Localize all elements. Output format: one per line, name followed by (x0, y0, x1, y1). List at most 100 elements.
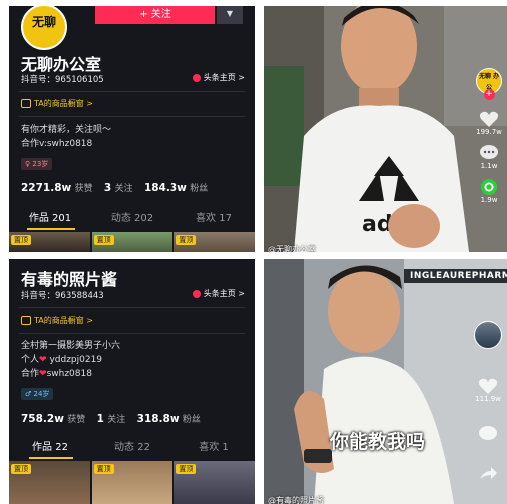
video-author[interactable]: @有毒的照片酱 (268, 495, 324, 504)
video-frame (264, 259, 507, 504)
profile-name: 有毒的照片酱 (21, 270, 118, 289)
like-count: 111.9w (475, 395, 501, 403)
follow-plus-icon[interactable]: + (483, 89, 495, 100)
author-avatar[interactable] (474, 321, 502, 349)
age-badge: ♀ 23岁 (21, 158, 53, 170)
tab-likes[interactable]: 喜欢 17 (173, 208, 255, 230)
likes-count: 758.2w (21, 413, 64, 425)
following-count[interactable]: 1 (97, 413, 104, 425)
divider (19, 333, 245, 334)
shop-icon (21, 99, 31, 108)
tab-dynamics[interactable]: 动态 22 (91, 437, 173, 459)
bio-line: 合作❤swhz0818 (21, 367, 120, 381)
fans-label[interactable]: 粉丝 (183, 415, 201, 425)
video-grid: 置顶 置顶 置顶 (9, 461, 255, 504)
video-author[interactable]: @无聊办公室 (268, 244, 316, 252)
video-thumb[interactable]: 置顶 (9, 232, 90, 252)
shop-label: TA的商品橱窗 > (34, 316, 93, 325)
video-sidebar: 无聊 办公 + 199.7w 1.1w 1.9w (476, 68, 502, 204)
divider (19, 116, 245, 117)
bio-prefix: 个人 (21, 355, 40, 365)
video-frame: adida (264, 6, 507, 252)
bio: 有你才精彩，关注呗～ 合作v:swhz0818 (21, 123, 111, 151)
pinned-badge: 置顶 (93, 235, 114, 245)
toutiao-icon (192, 289, 201, 298)
share-icon[interactable] (479, 178, 499, 196)
heart-icon: ❤ (39, 369, 47, 379)
bio-line: 全村第一摄影美男子小六 (21, 341, 121, 351)
video-panel-1[interactable]: adida 无聊 办公 + 199.7w 1.1w 1.9w @无聊办公室 (264, 6, 507, 252)
video-caption: 你能教我吗 (330, 431, 426, 453)
likes-count: 2271.8w (21, 182, 72, 194)
video-thumb[interactable]: 置顶 (174, 232, 255, 252)
toutiao-icon (192, 73, 201, 82)
toutiao-label: 头条主页 > (203, 289, 245, 298)
profile-panel-2: 有毒的照片酱 抖音号：963588443 头条主页 > TA的商品橱窗 > 全村… (9, 259, 255, 504)
douyin-id: 抖音号：965106105 (21, 75, 104, 85)
shop-icon (21, 316, 31, 325)
fans-label[interactable]: 粉丝 (190, 184, 208, 194)
comment-count: 1.1w (480, 162, 498, 170)
pinned-badge: 置顶 (176, 235, 197, 245)
tab-works[interactable]: 作品 201 (9, 208, 91, 230)
likes-label: 获赞 (67, 415, 86, 425)
profile-stats: 2271.8w 获赞 3 关注 184.3w 粉丝 (21, 181, 216, 194)
bio-line: 有你才精彩，关注呗～ (21, 125, 112, 135)
shop-window-link[interactable]: TA的商品橱窗 > (21, 315, 93, 326)
profile-tabs: 作品 22 动态 22 喜欢 1 (9, 437, 255, 459)
bio-line: 个人❤ yddzpj0219 (21, 353, 120, 367)
tab-likes[interactable]: 喜欢 1 (173, 437, 255, 459)
likes-label: 获赞 (74, 184, 93, 194)
heart-icon[interactable] (479, 110, 499, 128)
pinned-badge: 置顶 (11, 464, 31, 474)
divider (19, 91, 245, 92)
share-arrow-icon[interactable] (478, 465, 498, 483)
tab-works[interactable]: 作品 22 (9, 437, 91, 459)
video-thumb[interactable]: 置顶 (91, 232, 173, 252)
comment-icon[interactable] (479, 144, 499, 162)
logo-text: 无聊 (31, 15, 56, 29)
background-sign: INGLEAUREPHARM (410, 271, 507, 281)
following-label[interactable]: 关注 (115, 184, 133, 194)
bio-prefix: 合作 (21, 369, 40, 379)
pinned-badge: 置顶 (93, 464, 114, 474)
video-thumb[interactable]: 置顶 (91, 461, 173, 504)
follow-button[interactable]: + 关注 (95, 6, 215, 24)
like-count: 199.7w (476, 128, 502, 136)
pinned-badge: 置顶 (11, 235, 31, 245)
video-grid: 置顶 置顶 置顶 (9, 232, 255, 252)
bio: 全村第一摄影美男子小六 个人❤ yddzpj0219 合作❤swhz0818 (21, 339, 120, 381)
following-label[interactable]: 关注 (107, 415, 125, 425)
more-dropdown-button[interactable]: ▼ (217, 6, 243, 24)
active-tab-indicator (27, 228, 75, 230)
comment-icon[interactable] (478, 425, 498, 443)
gender-male-icon: ♂ (25, 390, 32, 398)
fans-count[interactable]: 184.3w (144, 182, 187, 194)
shop-label: TA的商品橱窗 > (34, 99, 93, 108)
active-tab-indicator (29, 457, 73, 459)
video-thumb[interactable]: 置顶 (174, 461, 255, 504)
bio-value: swhz0818 (46, 369, 92, 379)
heart-icon[interactable] (478, 377, 498, 395)
account-logo[interactable]: 无聊 (21, 6, 67, 50)
fans-count[interactable]: 318.8w (137, 413, 180, 425)
age-label: 24岁 (33, 390, 50, 398)
divider (19, 307, 245, 308)
age-label: 23岁 (32, 160, 49, 168)
toutiao-label: 头条主页 > (203, 73, 245, 82)
age-badge: ♂ 24岁 (21, 388, 54, 400)
video-panel-2[interactable]: INGLEAUREPHARM 111.9w 你能教我吗 @有毒的照片酱 (264, 259, 507, 504)
toutiao-link[interactable]: 头条主页 > (192, 72, 245, 83)
douyin-id: 抖音号：963588443 (21, 291, 104, 301)
profile-stats: 758.2w 获赞 1 关注 318.8w 粉丝 (21, 412, 209, 425)
shop-window-link[interactable]: TA的商品橱窗 > (21, 98, 93, 109)
tab-dynamics[interactable]: 动态 202 (91, 208, 173, 230)
video-thumb[interactable]: 置顶 (9, 461, 90, 504)
profile-name: 无聊办公室 (21, 55, 102, 74)
toutiao-link[interactable]: 头条主页 > (192, 288, 245, 299)
gender-female-icon: ♀ (25, 160, 31, 168)
profile-panel-1: 无聊 + 关注 ▼ 无聊办公室 抖音号：965106105 头条主页 > TA的… (9, 6, 255, 252)
following-count[interactable]: 3 (104, 182, 111, 194)
profile-tabs: 作品 201 动态 202 喜欢 17 (9, 208, 255, 230)
video-sidebar: 111.9w (474, 321, 502, 483)
